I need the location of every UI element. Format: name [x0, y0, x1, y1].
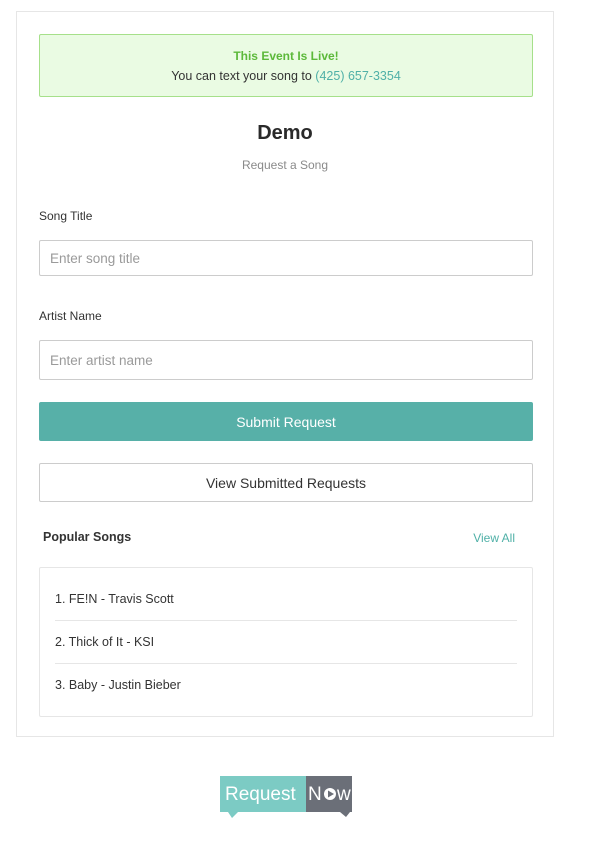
phone-number-link[interactable]: (425) 657-3354 — [315, 69, 400, 83]
popular-songs-title: Popular Songs — [43, 530, 132, 544]
page-title: Demo — [257, 122, 313, 144]
song-title-input[interactable] — [39, 240, 533, 276]
list-item[interactable]: 1. FE!N - Travis Scott — [55, 578, 517, 621]
logo-text-request: Request — [225, 784, 296, 805]
song-title-label: Song Title — [39, 209, 93, 223]
submit-request-button[interactable]: Submit Request — [39, 402, 533, 441]
list-item[interactable]: 2. Thick of It - KSI — [55, 621, 517, 664]
live-event-alert: This Event Is Live! You can text your so… — [39, 34, 533, 97]
logo-text-n: N — [308, 784, 322, 805]
popular-songs-list: 1. FE!N - Travis Scott 2. Thick of It - … — [39, 567, 533, 717]
alert-title: This Event Is Live! — [233, 49, 339, 63]
alert-text-prefix: You can text your song to — [171, 69, 316, 83]
view-submitted-requests-button[interactable]: View Submitted Requests — [39, 463, 533, 502]
page-subtitle: Request a Song — [241, 158, 329, 172]
list-item[interactable]: 3. Baby - Justin Bieber — [55, 664, 517, 706]
view-all-link[interactable]: View All — [473, 531, 515, 545]
artist-name-label: Artist Name — [39, 309, 102, 323]
alert-text: You can text your song to (425) 657-3354 — [40, 69, 532, 83]
logo-text-w: w — [336, 784, 351, 805]
request-card: This Event Is Live! You can text your so… — [16, 11, 554, 737]
artist-name-input[interactable] — [39, 340, 533, 380]
requestnow-logo: Request N w — [220, 776, 352, 818]
